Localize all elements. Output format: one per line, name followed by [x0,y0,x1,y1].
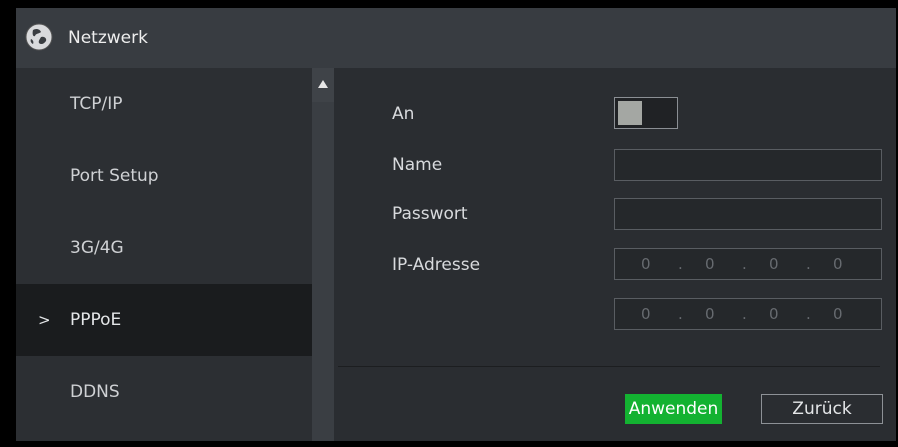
ip-octet-3[interactable]: 0 [769,249,779,279]
ip-separator: . [742,305,747,323]
back-button[interactable]: Zurück [761,394,883,424]
ip-address-label: IP-Adresse [392,255,481,275]
password-field[interactable] [614,198,882,230]
sidebar-item-3g4g[interactable]: 3G/4G [16,212,312,284]
ip-octet-1[interactable]: 0 [641,299,651,329]
sidebar-item-label: 3G/4G [70,238,124,258]
enable-label: An [392,104,415,124]
title-bar: Netzwerk [16,8,896,68]
sidebar-item-pppoe[interactable]: > PPPoE [16,284,312,356]
globe-icon [25,23,53,51]
ip-octet-4[interactable]: 0 [833,299,843,329]
arrow-up-icon [318,80,328,88]
password-label: Passwort [392,204,468,224]
ip-octet-2[interactable]: 0 [705,299,715,329]
sidebar-scrollbar[interactable] [312,68,336,441]
ip-address-field[interactable]: 0 . 0 . 0 . 0 [614,248,882,280]
name-label: Name [392,155,443,175]
toggle-knob [618,101,642,125]
scroll-thumb[interactable] [312,102,334,441]
ip-separator: . [806,305,811,323]
enable-toggle[interactable] [614,97,678,129]
ip-address-field-2[interactable]: 0 . 0 . 0 . 0 [614,298,882,330]
scroll-up-button[interactable] [312,68,334,102]
ip-separator: . [806,255,811,273]
footer-divider [338,366,880,367]
ip-separator: . [742,255,747,273]
sidebar-item-port-setup[interactable]: Port Setup [16,140,312,212]
apply-button[interactable]: Anwenden [625,394,722,424]
sidebar-item-ddns[interactable]: DDNS [16,356,312,428]
sidebar-item-label: TCP/IP [70,94,123,114]
sidebar-item-label: PPPoE [70,310,122,330]
chevron-right-icon: > [38,311,51,329]
sidebar: TCP/IP Port Setup 3G/4G > PPPoE DDNS [16,68,312,441]
ip-octet-4[interactable]: 0 [833,249,843,279]
ip-octet-2[interactable]: 0 [705,249,715,279]
sidebar-item-tcpip[interactable]: TCP/IP [16,68,312,140]
ip-octet-3[interactable]: 0 [769,299,779,329]
ip-separator: . [678,305,683,323]
window-title: Netzwerk [68,28,148,48]
sidebar-item-label: DDNS [70,382,120,402]
ip-octet-1[interactable]: 0 [641,249,651,279]
name-field[interactable] [614,149,882,181]
ip-separator: . [678,255,683,273]
sidebar-item-label: Port Setup [70,166,159,186]
